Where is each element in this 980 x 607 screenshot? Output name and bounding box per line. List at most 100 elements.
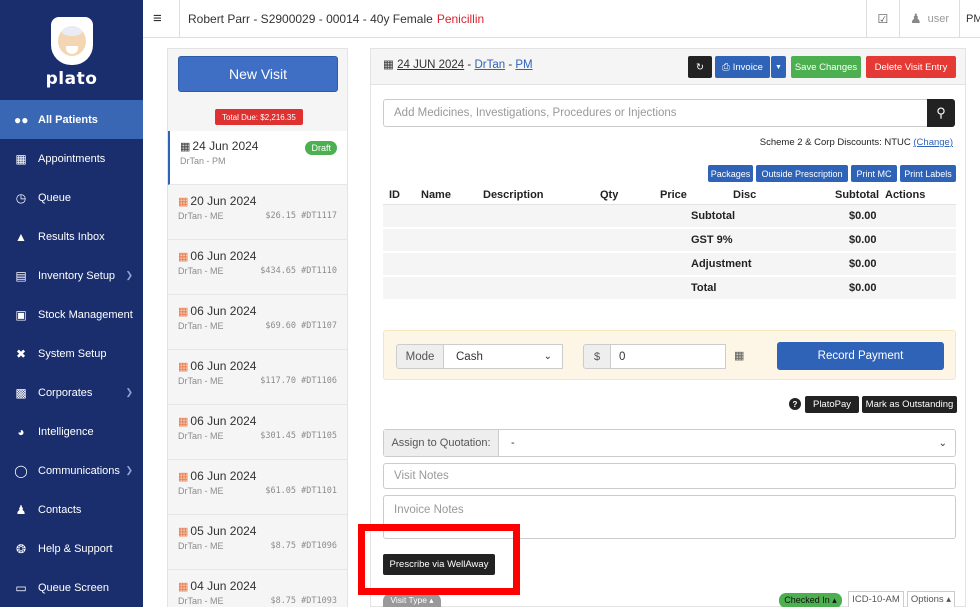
sidebar-item-appointments[interactable]: ▦ Appointments	[0, 139, 143, 178]
allergy-label: Penicillin	[436, 11, 485, 26]
sidebar-item-label: Inventory Setup	[38, 269, 116, 282]
invoice-notes-input[interactable]: Invoice Notes	[383, 495, 956, 539]
checklist-icon[interactable]: ☑	[867, 12, 899, 26]
save-changes-button[interactable]: Save Changes	[791, 56, 861, 78]
visit-doctor: DrTan - PM	[180, 156, 226, 166]
print-labels-button[interactable]: Print Labels	[900, 165, 956, 182]
sidebar-item-queue-screen[interactable]: ▭ Queue Screen	[0, 568, 143, 607]
visit-date: 06 Jun 2024	[190, 304, 257, 318]
prescribe-wellaway-button[interactable]: Prescribe via WellAway	[383, 554, 495, 575]
visit-doctor-link[interactable]: DrTan	[474, 59, 505, 71]
sidebar-item-intelligence[interactable]: ◕ Intelligence	[0, 412, 143, 451]
visit-doctor: DrTan - ME	[178, 431, 224, 441]
mark-outstanding-button[interactable]: Mark as Outstanding	[862, 396, 957, 413]
sidebar-item-stock-management[interactable]: ▣ Stock Management	[0, 295, 143, 334]
scheme-discount-line: Scheme 2 & Corp Discounts: NTUC (Change)	[760, 137, 953, 148]
table-header: ID Name Description Qty Price Disc Subto…	[383, 185, 956, 205]
hamburger-menu-icon[interactable]: ≡	[153, 10, 167, 27]
total-due-badge: Total Due: $2,216.35	[215, 109, 303, 125]
pie-chart-icon: ◕	[17, 424, 25, 439]
sidebar-item-inventory-setup[interactable]: ▤ Inventory Setup ❯	[0, 256, 143, 295]
totals-label: Total	[691, 282, 717, 294]
visit-date-link[interactable]: 24 JUN 2024	[397, 59, 464, 71]
visit-date: 06 Jun 2024	[190, 414, 257, 428]
sidebar-item-system-setup[interactable]: ✖ System Setup	[0, 334, 143, 373]
visit-list-item[interactable]: ▦ 06 Jun 2024 DrTan - ME $61.05 #DT1101	[168, 461, 347, 515]
visit-doctor: DrTan - ME	[178, 376, 224, 386]
visit-list-item[interactable]: ▦ 06 Jun 2024 DrTan - ME $117.70 #DT1106	[168, 351, 347, 405]
sidebar-item-help-support[interactable]: ❂ Help & Support	[0, 529, 143, 568]
print-mc-button[interactable]: Print MC	[851, 165, 897, 182]
visit-date: 24 Jun 2024	[192, 139, 259, 153]
visit-list-item[interactable]: ▦ 20 Jun 2024 DrTan - ME $26.15 #DT1117	[168, 186, 347, 240]
visit-amount: $301.45	[260, 431, 297, 441]
sidebar-item-all-patients[interactable]: ●● All Patients	[0, 100, 143, 139]
visit-list-item[interactable]: ▦ 06 Jun 2024 DrTan - ME $301.45 #DT1105	[168, 406, 347, 460]
visit-ref: #DT1093	[301, 596, 337, 606]
visit-list-item[interactable]: ▦ 06 Jun 2024 DrTan - ME $434.65 #DT1110	[168, 241, 347, 295]
visit-list-item[interactable]: ▦ 04 Jun 2024 DrTan - ME $8.75 #DT1093	[168, 571, 347, 607]
visit-title: ▦ 24 JUN 2024 - DrTan - PM	[383, 57, 533, 71]
visit-amount: $117.70	[260, 376, 297, 386]
sidebar-item-label: Stock Management	[38, 308, 133, 321]
outside-prescription-button[interactable]: Outside Prescription	[756, 165, 848, 182]
visit-type-tab[interactable]: Visit Type ▴	[383, 593, 441, 607]
list-icon: ▤	[15, 268, 27, 283]
sidebar-item-label: All Patients	[38, 113, 98, 126]
visit-list-item[interactable]: ▦ 24 Jun 2024 DrTan - PM Draft	[168, 131, 347, 185]
quotation-value: -	[511, 437, 515, 449]
clock-icon: ◷	[15, 190, 27, 205]
column-header: Disc	[733, 188, 757, 201]
change-scheme-link[interactable]: (Change)	[913, 137, 953, 148]
visit-title-sep: -	[505, 59, 516, 71]
patient-details: Robert Parr - S2900029 - 00014 - 40y Fem…	[188, 11, 433, 26]
visit-doctor: DrTan - ME	[178, 541, 224, 551]
calendar-icon: ▦	[180, 140, 191, 153]
visit-doctor: DrTan - ME	[178, 321, 224, 331]
payment-mode-select[interactable]: Cash ⌄	[443, 344, 563, 369]
quotation-select[interactable]: Assign to Quotation: - ⌄	[383, 429, 956, 457]
calculator-icon[interactable]: ▦	[734, 349, 744, 362]
invoice-button[interactable]: ⎙ Invoice	[715, 56, 770, 78]
top-bar: ≡ Robert Parr - S2900029 - 00014 - 40y F…	[143, 0, 980, 38]
totals-label: Subtotal	[691, 210, 735, 222]
printer-icon: ⎙	[722, 61, 730, 73]
record-payment-button[interactable]: Record Payment	[777, 342, 944, 370]
refresh-button[interactable]: ↻	[688, 56, 712, 78]
sidebar-item-queue[interactable]: ◷ Queue	[0, 178, 143, 217]
platopay-button[interactable]: PlatoPay	[805, 396, 859, 413]
visit-amount: $8.75	[270, 596, 297, 606]
sidebar-item-corporates[interactable]: ▩ Corporates ❯	[0, 373, 143, 412]
invoice-dropdown-button[interactable]: ▼	[771, 56, 786, 78]
patient-info: Robert Parr - S2900029 - 00014 - 40y Fem…	[188, 12, 484, 26]
visit-doctor: DrTan - ME	[178, 266, 224, 276]
sidebar-item-label: Appointments	[38, 152, 106, 165]
sidebar-item-contacts[interactable]: ♟ Contacts	[0, 490, 143, 529]
sidebar-item-communications[interactable]: ◯ Communications ❯	[0, 451, 143, 490]
visit-notes-input[interactable]: Visit Notes	[383, 463, 956, 489]
options-button[interactable]: Options ▴	[907, 591, 955, 607]
chevron-right-icon: ❯	[125, 387, 133, 397]
visit-detail-card: ▦ 24 JUN 2024 - DrTan - PM ↻ ⎙ Invoice ▼ …	[370, 48, 966, 607]
user-menu[interactable]: ♟ user	[900, 11, 959, 27]
delete-visit-button[interactable]: Delete Visit Entry	[866, 56, 956, 78]
sidebar-item-label: Communications	[38, 464, 120, 477]
payment-amount-input[interactable]: 0	[610, 344, 726, 369]
packages-button[interactable]: Packages	[708, 165, 753, 182]
add-items-search-input[interactable]: Add Medicines, Investigations, Procedure…	[383, 99, 928, 127]
visit-list-item[interactable]: ▦ 05 Jun 2024 DrTan - ME $8.75 #DT1096	[168, 516, 347, 570]
help-icon[interactable]: ?	[789, 398, 801, 410]
icd-button[interactable]: ICD-10-AM	[848, 591, 904, 607]
sidebar-item-results-inbox[interactable]: ▲ Results Inbox	[0, 217, 143, 256]
visit-list-item[interactable]: ▦ 06 Jun 2024 DrTan - ME $69.60 #DT1107	[168, 296, 347, 350]
divider	[179, 0, 180, 38]
checked-in-badge[interactable]: Checked In ▴	[779, 593, 842, 607]
payment-mode-value: Cash	[456, 350, 483, 363]
search-button[interactable]: ⚲	[927, 99, 955, 127]
visit-title-sep: -	[464, 59, 475, 71]
visit-mode-link[interactable]: PM	[515, 59, 532, 71]
invoice-label: Invoice	[732, 61, 763, 73]
totals-value: $0.00	[849, 234, 877, 246]
new-visit-button[interactable]: New Visit	[178, 56, 338, 92]
visit-ref: #DT1105	[301, 431, 337, 441]
